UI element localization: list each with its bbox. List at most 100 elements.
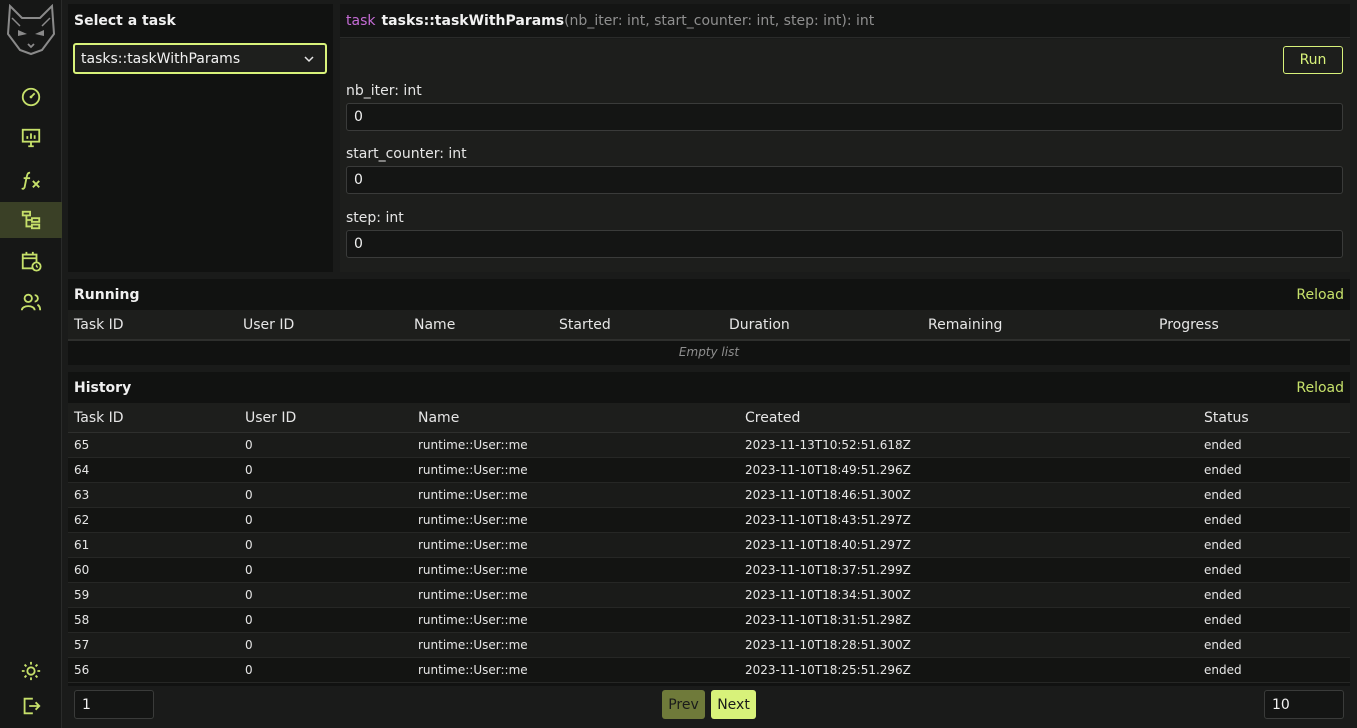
created-cell: 2023-11-10T18:43:51.297Z [745, 513, 911, 527]
column-header[interactable]: Remaining [928, 317, 1002, 333]
cat-logo-icon[interactable] [6, 4, 56, 56]
name-cell: runtime::User::me [418, 613, 528, 627]
name-cell: runtime::User::me [418, 463, 528, 477]
column-header[interactable]: User ID [243, 317, 294, 333]
status-cell: ended [1204, 513, 1242, 527]
user-id-cell: 0 [245, 438, 253, 452]
task-id-cell: 59 [74, 588, 90, 602]
prev-page-button[interactable]: Prev [662, 690, 705, 719]
function-icon [21, 171, 40, 190]
table-row[interactable]: 59 0 runtime::User::me 2023-11-10T18:34:51.… [68, 583, 1350, 608]
user-id-cell: 0 [245, 638, 253, 652]
task-id-cell: 64 [74, 463, 90, 477]
column-header[interactable]: Duration [729, 317, 790, 333]
field-label-start-counter: start_counter: int [346, 146, 467, 162]
table-row[interactable]: 58 0 runtime::User::me 2023-11-10T18:31:51.… [68, 608, 1350, 633]
created-cell: 2023-11-13T10:52:51.618Z [745, 438, 911, 452]
sidebar-item-schedules[interactable] [0, 243, 62, 279]
created-cell: 2023-11-10T18:34:51.300Z [745, 588, 911, 602]
running-title: Running [74, 287, 140, 303]
created-cell: 2023-11-10T18:49:51.296Z [745, 463, 911, 477]
field-label-step: step: int [346, 210, 404, 226]
users-icon [20, 293, 42, 311]
user-id-cell: 0 [245, 613, 253, 627]
task-name: tasks::taskWithParams [381, 12, 565, 29]
column-header[interactable]: User ID [245, 410, 296, 426]
running-reload-link[interactable]: Reload [1296, 287, 1344, 303]
created-cell: 2023-11-10T18:25:51.296Z [745, 663, 911, 677]
user-id-cell: 0 [245, 463, 253, 477]
gauge-icon [21, 87, 41, 107]
status-cell: ended [1204, 488, 1242, 502]
table-row[interactable]: 61 0 runtime::User::me 2023-11-10T18:40:51.… [68, 533, 1350, 558]
sidebar-item-tasks[interactable] [0, 202, 62, 238]
monitor-chart-icon [21, 128, 41, 148]
status-cell: ended [1204, 613, 1242, 627]
user-id-cell: 0 [245, 538, 253, 552]
task-select-title: Select a task [74, 13, 176, 29]
task-id-cell: 65 [74, 438, 90, 452]
task-id-cell: 62 [74, 513, 90, 527]
task-id-cell: 61 [74, 538, 90, 552]
table-row[interactable]: 62 0 runtime::User::me 2023-11-10T18:43:51.… [68, 508, 1350, 533]
field-label-nb-iter: nb_iter: int [346, 83, 422, 99]
column-header[interactable]: Task ID [74, 410, 124, 426]
sidebar-item-monitor[interactable] [0, 120, 62, 156]
created-cell: 2023-11-10T18:28:51.300Z [745, 638, 911, 652]
user-id-cell: 0 [245, 513, 253, 527]
table-row[interactable]: 60 0 runtime::User::me 2023-11-10T18:37:51.… [68, 558, 1350, 583]
created-cell: 2023-11-10T18:46:51.300Z [745, 488, 911, 502]
task-keyword: task [346, 12, 376, 29]
table-row[interactable]: 56 0 runtime::User::me 2023-11-10T18:25:51.… [68, 658, 1350, 683]
history-table-header: Task ID User ID Name Created Status [68, 403, 1350, 434]
history-reload-link[interactable]: Reload [1296, 380, 1344, 396]
status-cell: ended [1204, 563, 1242, 577]
table-row[interactable]: 65 0 runtime::User::me 2023-11-13T10:52:51.… [68, 433, 1350, 458]
sidebar-item-functions[interactable] [0, 162, 62, 198]
status-cell: ended [1204, 538, 1242, 552]
column-header[interactable]: Name [418, 410, 459, 426]
sidebar [0, 0, 62, 728]
status-cell: ended [1204, 438, 1242, 452]
task-select-dropdown[interactable]: tasks::taskWithParams [73, 43, 327, 74]
nb-iter-input[interactable] [346, 103, 1343, 131]
task-tree-icon [21, 210, 41, 230]
column-header[interactable]: Task ID [74, 317, 124, 333]
status-cell: ended [1204, 588, 1242, 602]
status-cell: ended [1204, 663, 1242, 677]
chevron-down-icon [304, 56, 314, 63]
logout-icon [23, 697, 41, 715]
page-number-input[interactable] [74, 690, 154, 719]
table-row[interactable]: 63 0 runtime::User::me 2023-11-10T18:46:51.… [68, 483, 1350, 508]
column-header[interactable]: Status [1204, 410, 1249, 426]
table-row[interactable]: 64 0 runtime::User::me 2023-11-10T18:49:51.… [68, 458, 1350, 483]
task-detail-header: task tasks::taskWithParams (nb_iter: int… [340, 4, 1350, 38]
next-page-button[interactable]: Next [711, 690, 756, 719]
column-header[interactable]: Progress [1159, 317, 1219, 333]
table-row[interactable]: 57 0 runtime::User::me 2023-11-10T18:28:51.… [68, 633, 1350, 658]
name-cell: runtime::User::me [418, 588, 528, 602]
sidebar-item-users[interactable] [0, 284, 62, 320]
sidebar-item-dashboard[interactable] [0, 79, 62, 115]
run-button[interactable]: Run [1283, 46, 1343, 74]
column-header[interactable]: Started [559, 317, 611, 333]
user-id-cell: 0 [245, 488, 253, 502]
theme-toggle-button[interactable] [0, 653, 62, 689]
logout-button[interactable] [0, 688, 62, 724]
task-id-cell: 58 [74, 613, 90, 627]
created-cell: 2023-11-10T18:40:51.297Z [745, 538, 911, 552]
name-cell: runtime::User::me [418, 513, 528, 527]
column-header[interactable]: Name [414, 317, 455, 333]
step-input[interactable] [346, 230, 1343, 258]
history-panel: History Reload Task ID User ID Name Crea… [68, 372, 1350, 686]
start-counter-input[interactable] [346, 166, 1343, 194]
page-size-input[interactable] [1264, 690, 1344, 719]
column-header[interactable]: Created [745, 410, 800, 426]
task-params-form: Run nb_iter: int start_counter: int step… [340, 39, 1350, 272]
running-empty-message: Empty list [678, 345, 740, 359]
calendar-clock-icon [21, 251, 42, 272]
task-id-cell: 56 [74, 663, 90, 677]
status-cell: ended [1204, 638, 1242, 652]
task-id-cell: 57 [74, 638, 90, 652]
user-id-cell: 0 [245, 563, 253, 577]
